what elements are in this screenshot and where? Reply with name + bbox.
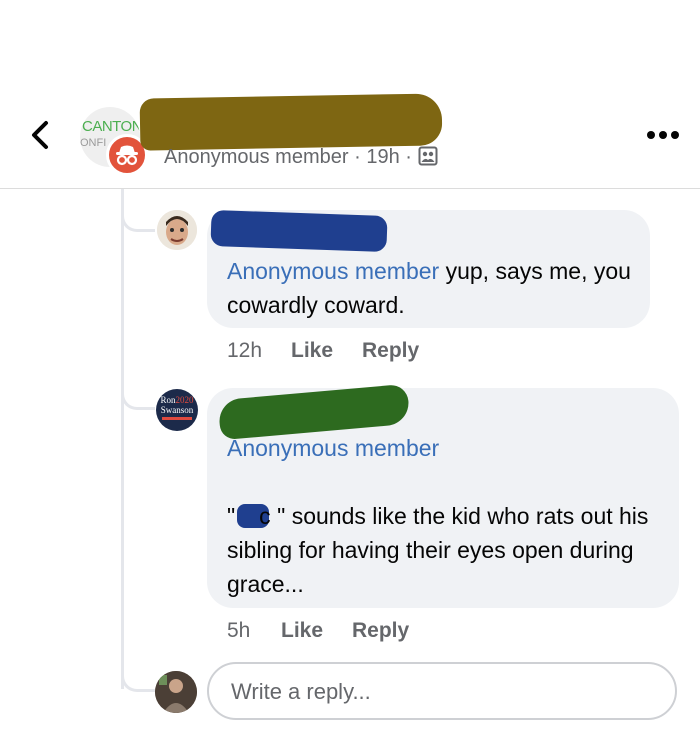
group-logo-line2: ONFI bbox=[80, 137, 107, 149]
avatar-text-ron: Ron bbox=[160, 395, 176, 405]
post-meta: Anonymous member · 19h · bbox=[164, 146, 438, 169]
more-horizontal-icon bbox=[647, 131, 679, 139]
comment-text: " sounds like the kid who rats out his s… bbox=[227, 503, 649, 597]
commenter-avatar[interactable]: Ron2020 Swanson bbox=[156, 389, 198, 431]
mention-link[interactable]: Anonymous member bbox=[227, 258, 439, 284]
header-divider bbox=[0, 188, 700, 189]
comment-time[interactable]: 12h bbox=[227, 339, 262, 363]
avatar-text-swanson: Swanson bbox=[160, 405, 194, 415]
comment-text-open-quote: " bbox=[227, 503, 236, 529]
thread-line bbox=[121, 189, 124, 689]
redacted-group-name bbox=[139, 93, 443, 151]
comment-time[interactable]: 5h bbox=[227, 619, 250, 643]
commenter-avatar[interactable] bbox=[157, 210, 197, 250]
thread-connector bbox=[121, 670, 155, 692]
more-options-button[interactable] bbox=[636, 125, 690, 145]
reply-input[interactable] bbox=[229, 676, 653, 708]
like-button[interactable]: Like bbox=[291, 339, 333, 363]
like-button[interactable]: Like bbox=[281, 619, 323, 643]
current-user-avatar[interactable] bbox=[155, 671, 197, 713]
meta-separator: · bbox=[405, 146, 412, 168]
group-audience-icon bbox=[418, 146, 437, 166]
thread-connector bbox=[121, 210, 155, 232]
post-author[interactable]: Anonymous member bbox=[164, 146, 349, 168]
redacted-word-visible: c bbox=[259, 503, 271, 529]
comment-body: " c " sounds like the kid who rats out his… bbox=[227, 499, 672, 601]
user-photo-icon bbox=[155, 671, 197, 713]
redacted-commenter-name bbox=[210, 209, 388, 253]
reply-box[interactable] bbox=[207, 662, 677, 720]
comment-bubble: Anonymous member yup, says me, you cowar… bbox=[207, 209, 650, 328]
comment-bubble: Anonymous member " c " sounds like the kid… bbox=[207, 383, 679, 608]
group-logo-line1: CANTON bbox=[82, 118, 140, 135]
comment-body: Anonymous member yup, says me, you cowar… bbox=[227, 254, 637, 322]
post-time[interactable]: 19h bbox=[366, 146, 399, 168]
mention-link[interactable]: Anonymous member bbox=[227, 431, 439, 465]
redacted-word: c bbox=[235, 499, 277, 533]
person-photo-icon bbox=[157, 210, 197, 250]
chevron-left-icon bbox=[32, 121, 48, 149]
thread-connector bbox=[121, 388, 155, 410]
reply-button[interactable]: Reply bbox=[362, 339, 419, 363]
back-button[interactable] bbox=[26, 118, 56, 152]
avatar-text-year: 2020 bbox=[175, 395, 194, 405]
reply-button[interactable]: Reply bbox=[352, 619, 409, 643]
meta-separator: · bbox=[354, 146, 361, 168]
